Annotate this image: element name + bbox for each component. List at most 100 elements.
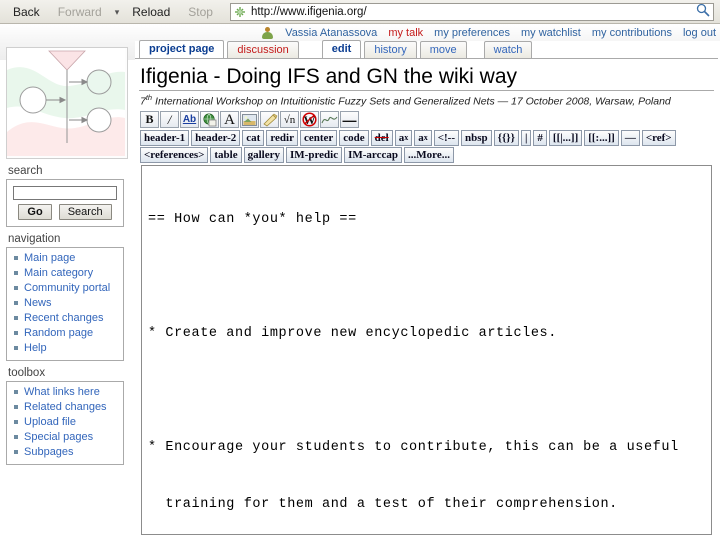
tb-subscript[interactable]: ax xyxy=(394,129,413,146)
address-bar[interactable]: http://www.ifigenia.org/ xyxy=(229,2,714,21)
tb-hash[interactable]: # xyxy=(533,129,547,146)
signature-icon[interactable] xyxy=(320,111,339,128)
embedded-image-icon[interactable] xyxy=(240,111,259,128)
internal-link-icon[interactable]: Ab xyxy=(180,111,199,128)
edit-toolbar-row-2: header-1 header-2 cat redir center code … xyxy=(140,129,714,146)
tb-redir[interactable]: redir xyxy=(266,129,298,146)
tb-cat[interactable]: cat xyxy=(242,129,265,146)
tb-gallery[interactable]: gallery xyxy=(243,146,285,163)
tb-more[interactable]: ...More... xyxy=(404,146,454,163)
media-file-icon[interactable] xyxy=(260,111,279,128)
search-input[interactable] xyxy=(13,186,117,200)
list-item[interactable]: Random page xyxy=(7,326,123,341)
tb-emdash[interactable]: — xyxy=(620,129,640,146)
tb-ref[interactable]: <ref> xyxy=(641,129,676,146)
tb-superscript[interactable]: ax xyxy=(414,129,432,146)
personal-link-my-contributions[interactable]: my contributions xyxy=(592,27,672,39)
tb-references[interactable]: <references> xyxy=(140,146,209,163)
list-item[interactable]: Main category xyxy=(7,266,123,281)
sidebar-item-main-category[interactable]: Main category xyxy=(24,267,93,279)
list-item[interactable]: Main page xyxy=(7,251,123,266)
navigation-portlet-body: Main page Main category Community portal… xyxy=(6,247,124,361)
sidebar-item-help[interactable]: Help xyxy=(24,342,47,354)
history-dropdown-icon[interactable]: ▾ xyxy=(111,1,124,23)
search-heading: search xyxy=(8,165,43,177)
back-button[interactable]: Back xyxy=(4,1,49,23)
personal-link-log-out[interactable]: log out xyxy=(683,27,716,39)
tb-nbsp[interactable]: nbsp xyxy=(460,129,492,146)
sidebar-item-subpages[interactable]: Subpages xyxy=(24,446,74,458)
sidebar: search Go Search navigation Main page Ma… xyxy=(0,41,131,465)
sidebar-item-news[interactable]: News xyxy=(24,297,52,309)
title-divider xyxy=(139,90,714,91)
nowiki-icon[interactable]: W xyxy=(300,111,319,128)
list-item[interactable]: Special pages xyxy=(7,430,123,445)
personal-link-username[interactable]: Vassia Atanassova xyxy=(285,27,377,39)
list-item[interactable]: What links here xyxy=(7,385,123,400)
forward-button: Forward xyxy=(57,4,102,19)
sidebar-item-recent-changes[interactable]: Recent changes xyxy=(24,312,104,324)
tb-pipe[interactable]: | xyxy=(520,129,532,146)
headline-icon[interactable]: A xyxy=(220,111,239,128)
personal-link-my-preferences[interactable]: my preferences xyxy=(434,27,510,39)
list-item[interactable]: Subpages xyxy=(7,445,123,460)
tb-piped-link[interactable]: [[|...]] xyxy=(548,129,583,146)
search-portlet-body: Go Search xyxy=(6,179,124,227)
sidebar-item-related-changes[interactable]: Related changes xyxy=(24,401,107,413)
tb-im-predic[interactable]: IM-predic xyxy=(286,146,343,163)
tab-discussion[interactable]: discussion xyxy=(227,41,299,58)
sidebar-item-special-pages[interactable]: Special pages xyxy=(24,431,93,443)
tb-template[interactable]: {{}} xyxy=(493,129,519,146)
personal-link-my-watchlist[interactable]: my watchlist xyxy=(521,27,581,39)
tb-center[interactable]: center xyxy=(299,129,338,146)
content-area: project page discussion edit history mov… xyxy=(135,40,720,540)
sidebar-item-random-page[interactable]: Random page xyxy=(24,327,93,339)
external-link-icon[interactable] xyxy=(200,111,219,128)
search-go-button[interactable]: Go xyxy=(18,204,52,220)
personal-link-my-talk[interactable]: my talk xyxy=(388,27,423,39)
reload-button[interactable]: Reload xyxy=(123,1,179,23)
tab-watch[interactable]: watch xyxy=(483,41,533,58)
search-icon[interactable] xyxy=(693,3,713,20)
math-formula-icon[interactable]: √n xyxy=(280,111,299,128)
tb-table[interactable]: table xyxy=(210,146,242,163)
sidebar-item-what-links-here[interactable]: What links here xyxy=(24,386,100,398)
tab-move[interactable]: move xyxy=(419,41,467,58)
search-fulltext-button[interactable]: Search xyxy=(58,204,112,220)
list-item[interactable]: Related changes xyxy=(7,400,123,415)
toolbox-portlet: toolbox What links here Related changes … xyxy=(0,367,131,465)
tb-code[interactable]: code xyxy=(339,129,369,146)
list-item[interactable]: Community portal xyxy=(7,281,123,296)
sidebar-item-upload-file[interactable]: Upload file xyxy=(24,416,76,428)
sidebar-item-community-portal[interactable]: Community portal xyxy=(24,282,110,294)
tb-im-arccap[interactable]: IM-arccap xyxy=(344,146,402,163)
stop-button: Stop xyxy=(188,4,213,19)
editor-line: training for them and a test of their co… xyxy=(148,496,618,512)
wikitext-editor[interactable]: == How can *you* help == * Create and im… xyxy=(141,164,712,535)
list-item[interactable]: Upload file xyxy=(7,415,123,430)
page-tabs: project page discussion edit history mov… xyxy=(139,40,720,58)
content-body: Ifigenia - Doing IFS and GN the wiki way… xyxy=(135,58,718,535)
list-item[interactable]: News xyxy=(7,296,123,311)
search-portlet: search Go Search xyxy=(0,165,131,227)
tb-del[interactable]: del xyxy=(370,129,393,146)
ifigenia-favicon-icon xyxy=(232,4,248,20)
site-logo[interactable] xyxy=(6,47,128,159)
tab-project-page[interactable]: project page xyxy=(139,40,225,58)
sidebar-item-main-page[interactable]: Main page xyxy=(24,252,75,264)
tb-colon-link[interactable]: [[:...]] xyxy=(584,129,619,146)
editor-line: * Encourage your students to contribute,… xyxy=(148,439,679,455)
edit-toolbar-row-3: <references> table gallery IM-predic IM-… xyxy=(140,146,714,163)
tb-comment[interactable]: <!-- xyxy=(433,129,459,146)
user-avatar-icon xyxy=(262,27,274,39)
bold-icon[interactable]: B xyxy=(140,111,159,128)
italic-icon[interactable]: / xyxy=(160,111,179,128)
tab-history[interactable]: history xyxy=(364,41,417,58)
tab-edit[interactable]: edit xyxy=(321,40,362,58)
tb-header-2[interactable]: header-2 xyxy=(191,129,241,146)
list-item[interactable]: Recent changes xyxy=(7,311,123,326)
list-item[interactable]: Help xyxy=(7,341,123,356)
horizontal-line-icon[interactable]: — xyxy=(340,111,359,128)
tb-header-1[interactable]: header-1 xyxy=(140,129,190,146)
